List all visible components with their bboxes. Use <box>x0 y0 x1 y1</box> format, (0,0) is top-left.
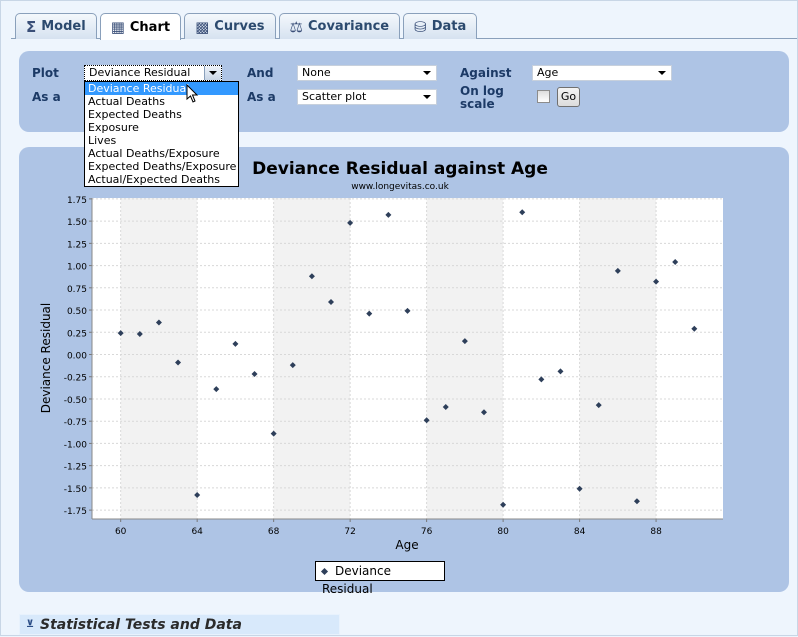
y-tick-label: -1.25 <box>64 463 87 473</box>
y-axis-label: Deviance Residual <box>39 303 53 414</box>
chart-icon: ▦ <box>110 18 125 36</box>
dropdown-option[interactable]: Expected Deaths/Exposure <box>85 160 238 173</box>
x-tick-label: 88 <box>650 527 662 537</box>
y-tick-label: -0.75 <box>64 418 87 428</box>
chart-legend: Deviance Residual <box>315 561 445 596</box>
y-tick-label: 1.75 <box>67 196 87 206</box>
tab-label: Chart <box>129 19 171 35</box>
y-tick-label: -0.50 <box>64 396 88 406</box>
mouse-cursor-icon <box>186 84 199 103</box>
dropdown-option[interactable]: Expected Deaths <box>85 108 238 121</box>
dropdown-option[interactable]: Deviance Residual <box>85 82 238 95</box>
legend-marker-icon <box>320 567 329 576</box>
section-label: Statistical Tests and Data <box>40 617 242 633</box>
double-chevron-down-icon: ⊻ <box>26 619 35 630</box>
y-tick-label: 0.25 <box>67 329 87 339</box>
x-tick-label: 60 <box>115 527 127 537</box>
shaded-band <box>579 198 657 519</box>
x-tick-label: 64 <box>191 527 203 537</box>
shaded-band <box>426 198 504 519</box>
plot-dropdown-list: Deviance Residual Actual Deaths Expected D… <box>84 81 239 187</box>
x-tick-label: 72 <box>344 527 355 537</box>
y-tick-label: -1.00 <box>64 440 88 450</box>
x-tick-label: 76 <box>421 527 433 537</box>
y-tick-label: 0.75 <box>67 285 87 295</box>
y-tick-label: 1.25 <box>67 240 87 250</box>
y-tick-label: 1.50 <box>67 218 87 228</box>
statistical-tests-section-header[interactable]: ⊻ Statistical Tests and Data <box>19 614 340 635</box>
tab-chart[interactable]: ▦ Chart <box>99 13 182 40</box>
dropdown-option[interactable]: Actual Deaths/Exposure <box>85 147 238 160</box>
shaded-band <box>273 198 351 519</box>
x-axis-label: Age <box>395 538 418 552</box>
y-tick-label: 0.00 <box>67 351 87 361</box>
x-tick-label: 84 <box>574 527 586 537</box>
y-tick-label: 0.50 <box>67 307 87 317</box>
x-tick-label: 80 <box>497 527 509 537</box>
dropdown-option[interactable]: Actual/Expected Deaths <box>85 173 238 186</box>
x-tick-label: 68 <box>268 527 280 537</box>
dropdown-option[interactable]: Actual Deaths <box>85 95 238 108</box>
y-tick-label: -1.50 <box>64 485 88 495</box>
shaded-band <box>120 198 198 519</box>
y-tick-label: -0.25 <box>64 374 87 384</box>
dropdown-option[interactable]: Lives <box>85 134 238 147</box>
y-tick-label: 1.00 <box>67 263 87 273</box>
dropdown-option[interactable]: Exposure <box>85 121 238 134</box>
y-tick-label: -1.75 <box>64 507 87 517</box>
